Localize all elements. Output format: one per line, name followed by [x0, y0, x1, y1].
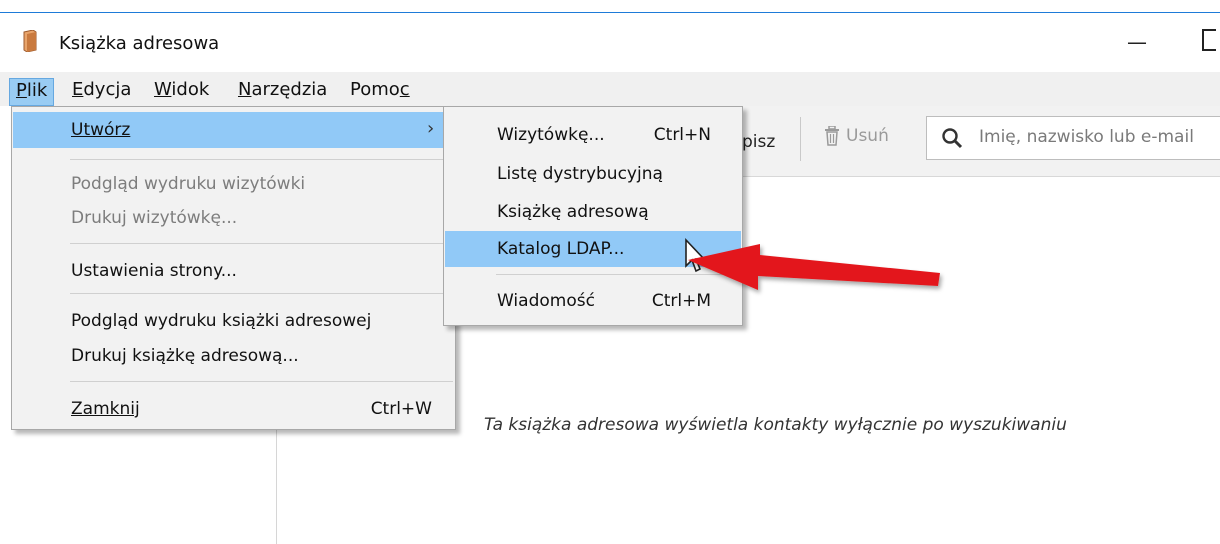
- menu-item-label: Zamknij: [71, 399, 140, 419]
- delete-label: Usuń: [846, 126, 889, 146]
- empty-results-message: Ta książka adresowa wyświetla kontakty w…: [484, 415, 1067, 435]
- submenu-item-label: Wiadomość: [497, 291, 595, 311]
- menu-item-label: Podgląd wydruku książki adresowej: [71, 311, 372, 331]
- menu-item-print-book[interactable]: Drukuj książkę adresową...: [13, 338, 454, 374]
- submenu-item-list[interactable]: Listę dystrybucyjną: [445, 156, 741, 192]
- create-submenu: Wizytówkę... Ctrl+N Listę dystrybucyjną …: [443, 106, 743, 326]
- toolbar-separator: [800, 117, 801, 161]
- delete-button[interactable]: Usuń: [824, 126, 889, 146]
- mouse-cursor-icon: [685, 238, 706, 273]
- menu-item-print-preview-card[interactable]: Podgląd wydruku wizytówki: [13, 166, 454, 202]
- submenu-item-shortcut: Ctrl+M: [651, 291, 711, 311]
- trash-icon: [825, 126, 839, 146]
- menu-label: Edycja: [72, 79, 132, 100]
- menu-item-close[interactable]: Zamknij Ctrl+W: [13, 391, 454, 427]
- search-input[interactable]: Imię, nazwisko lub e-mail: [926, 116, 1220, 160]
- menu-item-print-preview-book[interactable]: Podgląd wydruku książki adresowej: [13, 303, 454, 339]
- menu-item-label: Podgląd wydruku wizytówki: [71, 174, 306, 194]
- menu-edycja[interactable]: Edycja: [66, 78, 137, 104]
- menu-label: Pomoc: [350, 79, 410, 100]
- menu-item-label: Utwórz: [71, 120, 131, 140]
- menu-item-create[interactable]: Utwórz ›: [13, 112, 454, 148]
- menu-separator: [70, 381, 453, 382]
- submenu-item-card[interactable]: Wizytówkę... Ctrl+N: [445, 117, 741, 153]
- menu-separator: [70, 159, 453, 160]
- menu-item-label: Ustawienia strony...: [71, 261, 237, 281]
- menu-label: Narzędzia: [238, 79, 328, 100]
- menu-separator: [70, 243, 453, 244]
- menu-plik[interactable]: Plik: [9, 78, 55, 106]
- address-book-icon: [23, 30, 37, 52]
- menu-item-label: Drukuj wizytówkę...: [71, 208, 238, 228]
- menu-item-print-card[interactable]: Drukuj wizytówkę...: [13, 200, 454, 236]
- top-strip: [0, 0, 1220, 13]
- submenu-separator: [496, 274, 740, 275]
- maximize-button[interactable]: [1202, 29, 1216, 51]
- menu-label: Plik: [16, 80, 48, 101]
- menu-item-label: Drukuj książkę adresową...: [71, 346, 299, 366]
- search-placeholder: Imię, nazwisko lub e-mail: [979, 127, 1194, 147]
- window-title: Książka adresowa: [59, 33, 220, 54]
- menu-narzedzia[interactable]: Narzędzia: [232, 78, 333, 104]
- menu-item-shortcut: Ctrl+W: [370, 399, 432, 419]
- menu-pomoc[interactable]: Pomoc: [344, 78, 416, 104]
- submenu-item-message[interactable]: Wiadomość Ctrl+M: [445, 283, 741, 319]
- submenu-item-label: Wizytówkę...: [497, 125, 605, 145]
- file-menu: Utwórz › Podgląd wydruku wizytówki Druku…: [11, 106, 456, 430]
- chevron-right-icon: ›: [427, 118, 435, 139]
- submenu-item-label: Katalog LDAP...: [497, 239, 625, 259]
- submenu-item-shortcut: Ctrl+N: [653, 125, 711, 145]
- menu-separator: [70, 293, 453, 294]
- menu-item-page-setup[interactable]: Ustawienia strony...: [13, 253, 454, 289]
- search-icon: [942, 128, 963, 149]
- menu-label: Widok: [154, 79, 210, 100]
- submenu-item-address-book[interactable]: Książkę adresową: [445, 194, 741, 230]
- menu-widok[interactable]: Widok: [148, 78, 215, 104]
- submenu-item-label: Listę dystrybucyjną: [497, 164, 663, 184]
- minimize-button[interactable]: —: [1127, 30, 1147, 54]
- submenu-item-label: Książkę adresową: [497, 202, 649, 222]
- toolbar-write-button-partial[interactable]: pisz: [742, 132, 775, 152]
